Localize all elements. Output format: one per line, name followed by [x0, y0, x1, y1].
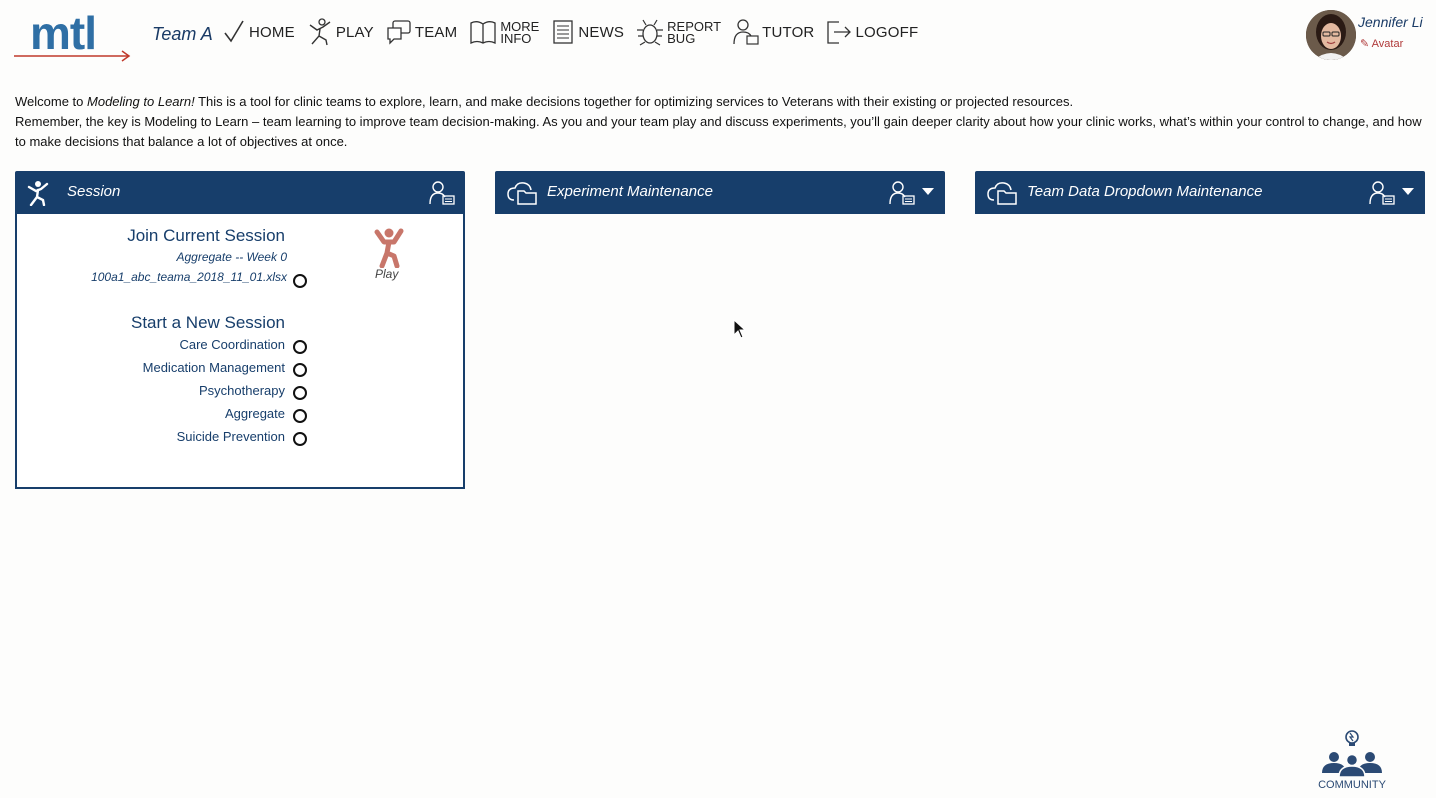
avatar-edit-link[interactable]: ✎ Avatar [1360, 37, 1403, 50]
avatar-edit-label: Avatar [1371, 38, 1404, 50]
team-name: Team A [152, 24, 213, 44]
option-care-coordination-radio[interactable] [293, 340, 307, 354]
experiment-panel-header[interactable]: Experiment Maintenance [495, 171, 945, 214]
runner-icon [27, 181, 49, 206]
join-session-file: 100a1_abc_teama_2018_11_01.xlsx [91, 270, 287, 284]
nav-play-label: PLAY [335, 23, 374, 41]
intro-prefix: Welcome to [15, 94, 88, 109]
new-session-title: Start a New Session [130, 313, 285, 332]
nav-more-info-label-2: INFO [500, 31, 532, 46]
team-data-panel: Team Data Dropdown Maintenance [975, 171, 1425, 214]
nav-tutor[interactable]: TUTOR [733, 18, 814, 46]
nav-home[interactable]: HOME [222, 19, 295, 45]
team-data-panel-title: Team Data Dropdown Maintenance [1027, 183, 1263, 200]
option-psychotherapy-radio[interactable] [293, 386, 307, 400]
mouse-cursor-icon [733, 319, 747, 339]
logoff-icon [827, 21, 852, 44]
nav-logoff[interactable]: LOGOFF [826, 19, 918, 45]
pencil-icon: ✎ [1360, 38, 1370, 50]
caret-down-icon[interactable] [922, 188, 934, 196]
community-label: COMMUNITY [1318, 779, 1386, 791]
nav-home-label: HOME [249, 23, 295, 41]
nav-report-bug-label-2: BUG [667, 31, 696, 46]
book-icon [470, 21, 496, 45]
nav-play[interactable]: PLAY [307, 18, 374, 46]
nav-news[interactable]: NEWS [551, 19, 624, 45]
nav-team[interactable]: TEAM [386, 19, 457, 45]
nav-tutor-label: TUTOR [762, 23, 815, 41]
intro-line-2: Remember, the key is Modeling to Learn –… [15, 114, 1422, 149]
session-panel-title: Session [67, 183, 121, 200]
avatar[interactable] [1306, 10, 1356, 60]
team-data-panel-header[interactable]: Team Data Dropdown Maintenance [975, 171, 1425, 214]
join-session-radio[interactable] [293, 274, 307, 288]
intro-line-1: Welcome to Modeling to Learn! This is a … [15, 92, 1423, 112]
caret-down-icon[interactable] [1402, 188, 1414, 196]
cloud-folder-icon [987, 182, 1017, 205]
nav-team-label: TEAM [414, 23, 458, 41]
nav-more-info[interactable]: MORE INFO [469, 19, 539, 45]
option-medication-management-radio[interactable] [293, 363, 307, 377]
check-icon [224, 20, 244, 43]
option-care-coordination[interactable]: Care Coordination [179, 337, 285, 352]
join-session-title: Join Current Session [127, 226, 285, 245]
cloud-folder-icon [507, 182, 537, 205]
community-icon [1322, 730, 1382, 778]
tutor-icon[interactable] [429, 180, 455, 206]
tutor-icon[interactable] [1369, 180, 1395, 206]
experiment-panel-title: Experiment Maintenance [547, 183, 713, 200]
option-suicide-prevention-radio[interactable] [293, 432, 307, 446]
mtl-logo[interactable]: mtl [14, 8, 134, 66]
option-suicide-prevention[interactable]: Suicide Prevention [177, 429, 285, 444]
session-panel: Session Join Current Session Aggregate -… [15, 171, 465, 489]
play-label[interactable]: Play [375, 267, 398, 281]
nav-news-label: NEWS [578, 23, 625, 41]
experiment-panel: Experiment Maintenance [495, 171, 945, 214]
intro-product-name: Modeling to Learn! [87, 94, 195, 109]
nav-logoff-label: LOGOFF [855, 23, 919, 41]
user-name: Jennifer Li [1358, 14, 1423, 30]
intro-line-1-rest: This is a tool for clinic teams to explo… [194, 94, 1074, 109]
join-session-subtitle: Aggregate -- Week 0 [176, 250, 287, 264]
tutor-icon [733, 19, 759, 45]
avatar-photo-icon [1306, 10, 1356, 60]
session-panel-body: Join Current Session Aggregate -- Week 0… [15, 214, 465, 489]
intro-text: Welcome to Modeling to Learn! This is a … [15, 92, 1423, 152]
session-panel-header: Session [15, 171, 465, 214]
newspaper-icon [553, 20, 573, 44]
option-psychotherapy[interactable]: Psychotherapy [199, 383, 285, 398]
nav-report-bug[interactable]: REPORT BUG [636, 18, 721, 46]
option-aggregate[interactable]: Aggregate [225, 406, 285, 421]
play-figure-icon[interactable] [372, 228, 406, 268]
option-aggregate-radio[interactable] [293, 409, 307, 423]
tutor-icon[interactable] [889, 180, 915, 206]
logo-arrow-icon [14, 50, 131, 62]
chat-icon [387, 20, 411, 45]
bug-icon [637, 19, 664, 46]
runner-icon [309, 18, 331, 46]
user-menu: Jennifer Li ✎ Avatar [1306, 10, 1436, 62]
main-nav: HOME PLAY TEAM MORE INFO NEWS REPORT BUG… [222, 14, 930, 50]
community-button[interactable]: COMMUNITY [1314, 727, 1390, 793]
option-medication-management[interactable]: Medication Management [143, 360, 285, 375]
